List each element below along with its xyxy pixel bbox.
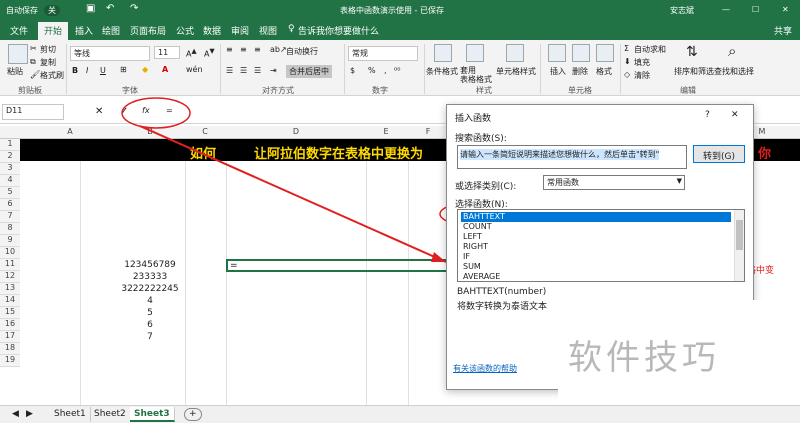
search-function-text: 请输入一条简短说明来描述您想做什么，然后单击"转到" — [460, 149, 660, 160]
category-label: 或选择类别(C): — [455, 182, 517, 192]
annotation-circle-fx — [121, 97, 191, 129]
sheet-tab-3[interactable]: Sheet3 — [130, 407, 175, 422]
help-icon[interactable]: ? — [705, 110, 710, 120]
search-function-input[interactable]: 请输入一条简短说明来描述您想做什么，然后单击"转到" — [457, 145, 687, 169]
sheet-tab-2[interactable]: Sheet2 — [90, 407, 131, 422]
function-signature: BAHTTEXT(number) — [457, 287, 547, 297]
function-item[interactable]: LEFT — [461, 232, 731, 242]
function-item[interactable]: SUM — [461, 262, 731, 272]
dialog-close-icon[interactable]: ✕ — [731, 110, 739, 120]
function-item[interactable]: COUNT — [461, 222, 731, 232]
dialog-title: 插入函数 — [455, 114, 492, 124]
sheet-tab-bar: ◀ ▶ Sheet1 Sheet2 Sheet3 + — [0, 405, 800, 423]
category-value: 常用函数 — [547, 178, 579, 187]
function-item[interactable]: IF — [461, 252, 731, 262]
function-item[interactable]: RIGHT — [461, 242, 731, 252]
watermark-text: 软件技巧 — [568, 338, 720, 378]
annotation-arrowhead-fx — [431, 252, 446, 262]
go-button[interactable]: 转到(G) — [693, 145, 745, 163]
annotation-arrow-fx — [139, 125, 447, 263]
function-item[interactable]: AVERAGE — [461, 272, 731, 281]
search-function-label: 搜索函数(S): — [455, 134, 507, 144]
scrollbar-thumb[interactable] — [736, 220, 743, 250]
add-sheet-button[interactable]: + — [184, 408, 202, 421]
chevron-down-icon: ▼ — [676, 177, 682, 185]
function-list[interactable]: BAHTTEXT COUNT LEFT RIGHT IF SUM AVERAGE — [457, 209, 745, 282]
function-description: 将数字转换为泰语文本 — [457, 302, 548, 312]
category-select[interactable]: 常用函数 ▼ — [543, 175, 685, 190]
sheet-tab-1[interactable]: Sheet1 — [50, 407, 91, 422]
sheet-nav-right-icon[interactable]: ▶ — [22, 407, 37, 422]
function-help-link[interactable]: 有关该函数的帮助 — [453, 363, 517, 374]
watermark: 软件技巧 — [558, 300, 800, 405]
sheet-nav-left-icon[interactable]: ◀ — [8, 407, 23, 422]
function-list-scrollbar[interactable] — [734, 210, 744, 281]
function-item[interactable]: BAHTTEXT — [461, 212, 731, 222]
